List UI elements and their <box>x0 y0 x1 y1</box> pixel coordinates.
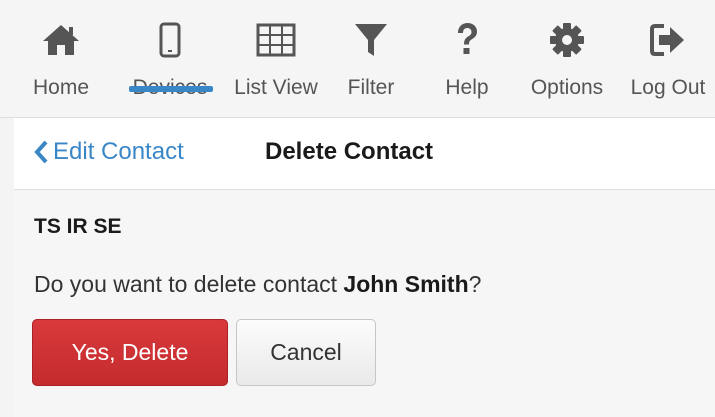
toolbar-item-log-out[interactable]: Log Out <box>624 18 712 114</box>
toolbar-label-home: Home <box>32 76 90 99</box>
contact-name: John Smith <box>343 271 469 297</box>
top-toolbar: Home Devices List View <box>0 0 715 118</box>
toolbar-item-home[interactable]: Home <box>30 18 92 114</box>
page-title: Delete Contact <box>265 138 434 165</box>
chevron-left-icon <box>34 140 48 164</box>
page-header: Edit Contact Delete Contact <box>14 118 715 190</box>
toolbar-item-options[interactable]: Options <box>521 18 613 114</box>
device-name: TS IR SE <box>34 215 122 238</box>
back-link-label: Edit Contact <box>53 138 184 165</box>
confirmation-text-suffix: ? <box>468 271 482 297</box>
toolbar-item-list-view[interactable]: List View <box>226 18 326 114</box>
logout-icon <box>646 18 690 62</box>
home-icon <box>39 18 83 62</box>
toolbar-item-filter[interactable]: Filter <box>343 18 399 114</box>
question-mark-icon <box>445 18 489 62</box>
toolbar-label-options: Options <box>530 76 604 99</box>
toolbar-label-list-view: List View <box>234 76 318 99</box>
toolbar-label-filter: Filter <box>347 76 395 99</box>
toolbar-label-log-out: Log Out <box>630 76 706 99</box>
delete-confirmation-panel: TS IR SE Do you want to delete contact J… <box>14 190 715 417</box>
cancel-button[interactable]: Cancel <box>236 319 376 386</box>
back-link-edit-contact[interactable]: Edit Contact <box>34 137 184 167</box>
toolbar-item-devices[interactable]: Devices <box>126 18 214 114</box>
toolbar-label-help: Help <box>445 76 489 99</box>
active-tab-indicator <box>129 86 213 92</box>
mobile-device-icon <box>148 18 192 62</box>
confirmation-text-prefix: Do you want to delete contact <box>34 271 344 297</box>
funnel-icon <box>349 18 393 62</box>
grid-icon <box>254 18 298 62</box>
gear-icon <box>545 18 589 62</box>
yes-delete-button[interactable]: Yes, Delete <box>32 319 228 386</box>
toolbar-item-help[interactable]: Help <box>440 18 494 114</box>
confirmation-message: Do you want to delete contact John Smith… <box>34 270 481 298</box>
